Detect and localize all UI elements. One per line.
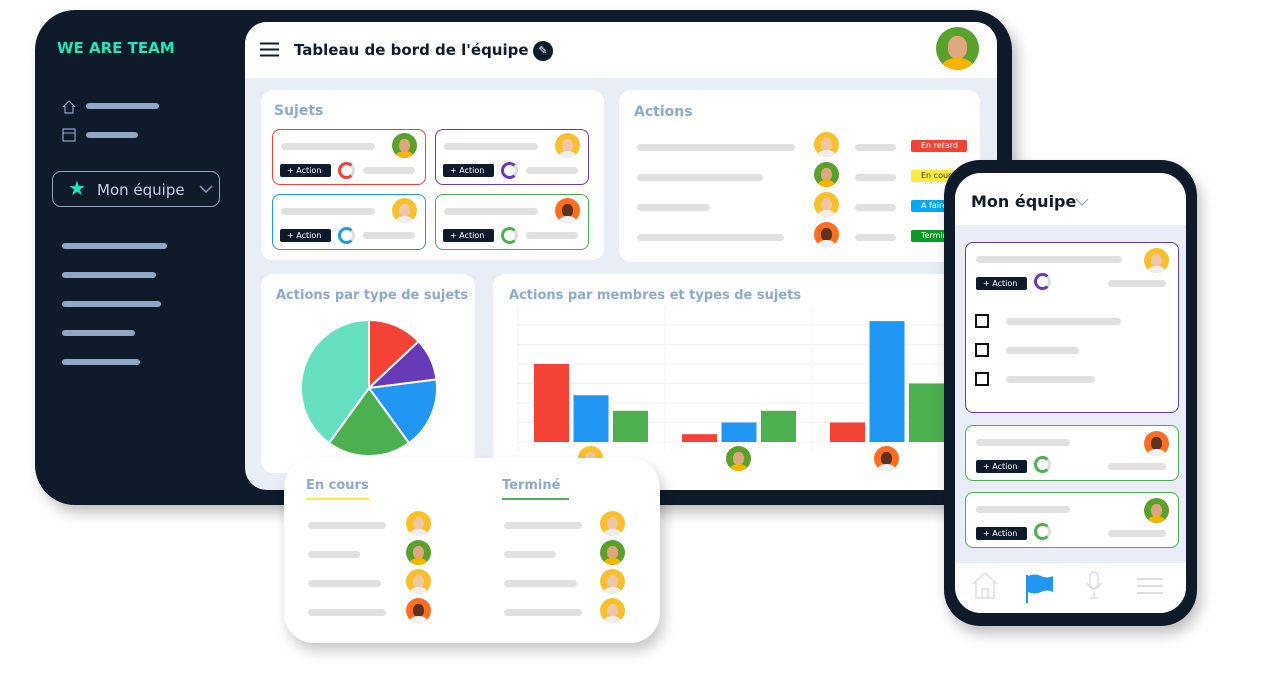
bar	[761, 410, 796, 442]
progress-ring	[1034, 523, 1051, 540]
team-button[interactable]: ★ Mon équipe	[52, 171, 220, 207]
avatar	[814, 222, 839, 247]
add-action-button[interactable]: + Action	[976, 460, 1027, 473]
chevron-down-icon[interactable]	[1075, 198, 1089, 206]
add-action-button[interactable]: + Action	[443, 164, 494, 177]
sidebar-item-3[interactable]	[62, 243, 167, 249]
avatar	[814, 162, 839, 187]
sidebar-item-1[interactable]	[86, 103, 159, 109]
sidebar-item-4[interactable]	[62, 272, 156, 278]
phone-screen: Mon équipe + Action + Action + Action	[955, 173, 1186, 613]
flag-icon[interactable]	[1026, 573, 1054, 603]
status-badge: En retard	[911, 140, 967, 152]
sujets-card: Sujets + Action + Action + Action + Acti…	[261, 90, 604, 260]
avatar	[392, 133, 417, 158]
bar	[534, 364, 569, 442]
home-icon[interactable]	[62, 100, 76, 114]
task-checkbox[interactable]	[975, 343, 989, 357]
task-checkbox[interactable]	[975, 314, 989, 328]
avatar	[1144, 498, 1169, 523]
sidebar-item-6[interactable]	[62, 330, 135, 336]
header: Tableau de bord de l'équipe ✎	[245, 22, 997, 78]
progress-ring	[1034, 273, 1051, 290]
page-title: Tableau de bord de l'équipe	[294, 41, 529, 59]
sidebar-item-5[interactable]	[62, 301, 161, 307]
avatar	[555, 198, 580, 223]
subject-card[interactable]: + Action	[435, 129, 589, 185]
user-avatar[interactable]	[936, 27, 979, 70]
microphone-icon[interactable]	[1086, 571, 1102, 599]
bar	[721, 422, 757, 442]
menu-icon[interactable]	[1137, 577, 1163, 595]
star-icon: ★	[68, 176, 86, 200]
sujets-title: Sujets	[274, 103, 324, 119]
board-column-title: Terminé	[502, 478, 561, 493]
bar	[869, 321, 905, 442]
phone-subject-card[interactable]: + Action	[965, 425, 1179, 481]
team-button-label: Mon équipe	[97, 181, 185, 199]
add-action-button[interactable]: + Action	[443, 229, 494, 242]
avatar	[406, 598, 431, 623]
bar	[830, 422, 865, 442]
avatar	[600, 598, 625, 623]
subject-card[interactable]: + Action	[272, 194, 426, 250]
bar	[682, 434, 717, 442]
home-icon[interactable]	[972, 571, 998, 599]
dashboard-screen: Tableau de bord de l'équipe ✎ Sujets + A…	[245, 22, 997, 490]
member-avatar	[726, 446, 751, 471]
bar-title: Actions par membres et types de sujets	[509, 288, 802, 303]
phone-subject-card[interactable]: + Action	[965, 492, 1179, 548]
progress-ring	[501, 227, 518, 244]
avatar	[555, 133, 580, 158]
phone-title: Mon équipe	[971, 192, 1077, 211]
actions-card: Actions En retard En cours A faire Termi…	[619, 90, 980, 262]
phone-subject-card[interactable]: + Action	[965, 242, 1179, 413]
add-action-button[interactable]: + Action	[280, 164, 331, 177]
store-icon[interactable]	[62, 128, 76, 142]
sidebar-item-7[interactable]	[62, 359, 140, 365]
bar	[573, 395, 609, 442]
progress-ring	[338, 227, 355, 244]
add-action-button[interactable]: + Action	[976, 527, 1027, 540]
add-action-button[interactable]: + Action	[976, 277, 1027, 290]
subject-card[interactable]: + Action	[272, 129, 426, 185]
avatar	[1144, 431, 1169, 456]
bar	[909, 383, 944, 442]
avatar	[600, 569, 625, 594]
avatar	[406, 540, 431, 565]
avatar	[392, 198, 417, 223]
actions-title: Actions	[634, 104, 693, 120]
menu-icon[interactable]	[260, 42, 279, 57]
add-action-button[interactable]: + Action	[280, 229, 331, 242]
edit-icon[interactable]: ✎	[533, 41, 553, 61]
phone-nav	[955, 563, 1186, 613]
pie-title: Actions par type de sujets	[276, 288, 469, 303]
phone-header: Mon équipe	[955, 173, 1186, 225]
avatar	[814, 132, 839, 157]
avatar	[406, 511, 431, 536]
progress-ring	[1034, 456, 1051, 473]
phone-frame: Mon équipe + Action + Action + Action	[944, 160, 1197, 626]
sidebar-item-2[interactable]	[86, 132, 138, 138]
avatar	[1144, 248, 1169, 273]
avatar	[814, 192, 839, 217]
progress-ring	[501, 162, 518, 179]
chevron-down-icon	[199, 185, 213, 193]
avatar	[600, 511, 625, 536]
status-board-popup: En cours Terminé	[284, 458, 660, 643]
brand-logo: WE ARE TEAM	[57, 39, 175, 57]
subject-card[interactable]: + Action	[435, 194, 589, 250]
pie-chart	[300, 318, 438, 457]
avatar	[600, 540, 625, 565]
pie-card: Actions par type de sujets	[261, 274, 475, 473]
avatar	[406, 569, 431, 594]
progress-ring	[338, 162, 355, 179]
member-avatar	[874, 446, 899, 471]
board-column-title: En cours	[306, 478, 369, 493]
bar	[613, 410, 648, 442]
task-checkbox[interactable]	[975, 372, 989, 386]
